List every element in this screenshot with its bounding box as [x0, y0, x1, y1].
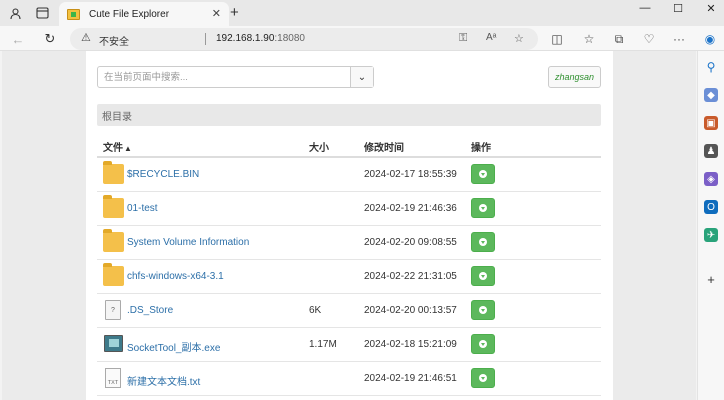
file-size: 6K	[309, 305, 322, 316]
file-modified: 2024-02-20 00:13:57	[364, 305, 457, 316]
new-tab-button[interactable]: +	[230, 4, 239, 21]
chevron-down-icon[interactable]: ⌄	[350, 67, 373, 87]
column-name-label: 文件	[103, 143, 123, 154]
profile-icon[interactable]	[5, 4, 25, 22]
download-button[interactable]	[471, 164, 495, 184]
download-button[interactable]	[471, 198, 495, 218]
file-name-link[interactable]: SocketTool_副本.exe	[127, 343, 220, 354]
download-button[interactable]	[471, 368, 495, 388]
add-sidebar-app-icon[interactable]: +	[704, 272, 718, 287]
key-icon[interactable]: ⚿	[459, 32, 467, 45]
url-host: 192.168.1.90	[216, 33, 275, 44]
browser-toolbar: ← ↻ ⚠ 不安全 192.168.1.90:18080 ⚿ Aᵃ ☆ ◫ ☆ …	[0, 26, 724, 51]
file-modified: 2024-02-19 21:46:51	[364, 373, 457, 384]
search-input[interactable]	[98, 67, 351, 87]
favorite-star-icon[interactable]: ☆	[514, 32, 524, 45]
read-aloud-icon[interactable]: Aᵃ	[486, 32, 496, 43]
table-header: 文件▲ 大小 修改时间 操作	[97, 131, 601, 158]
address-divider	[205, 33, 206, 45]
column-modified-header[interactable]: 修改时间	[364, 139, 404, 154]
warning-icon[interactable]: ⚠	[81, 31, 91, 44]
file-name-link[interactable]: chfs-windows-x64-3.1	[127, 271, 224, 282]
file-explorer-page: ⌄ zhangsan 根目录 文件▲ 大小 修改时间 操作 $RECYCLE.B…	[86, 51, 613, 400]
sort-asc-icon: ▲	[124, 144, 132, 153]
browser-essentials-icon[interactable]: ♡	[640, 30, 658, 48]
favicon-icon	[67, 8, 80, 20]
file-name-link[interactable]: $RECYCLE.BIN	[127, 169, 199, 180]
file-modified: 2024-02-18 15:21:09	[364, 339, 457, 350]
breadcrumb-root[interactable]: 根目录	[102, 108, 132, 123]
folder-icon	[103, 195, 124, 218]
download-button[interactable]	[471, 266, 495, 286]
close-window-button[interactable]: ✕	[703, 2, 719, 15]
address-bar[interactable]: ⚠ 不安全 192.168.1.90:18080 ⚿ Aᵃ ☆	[70, 28, 538, 50]
download-icon	[479, 272, 487, 280]
executable-icon	[104, 335, 123, 352]
download-icon	[479, 374, 487, 382]
page-viewport: ⌄ zhangsan 根目录 文件▲ 大小 修改时间 操作 $RECYCLE.B…	[2, 51, 696, 400]
download-button[interactable]	[471, 300, 495, 320]
shopping-tag-icon[interactable]: ◆	[704, 88, 718, 102]
download-icon	[479, 170, 487, 178]
minimize-button[interactable]: —	[637, 2, 653, 14]
file-modified: 2024-02-17 18:55:39	[364, 169, 457, 180]
refresh-icon[interactable]: ↻	[41, 30, 59, 48]
download-button[interactable]	[471, 334, 495, 354]
table-row[interactable]: TXT 新建文本文档.txt 2024-02-19 21:46:51	[97, 362, 601, 396]
edge-sidebar: ⚲ ◆ ▣ ♟ ◈ O ✈ +	[697, 51, 724, 400]
more-menu-icon[interactable]: ···	[670, 30, 688, 48]
maximize-button[interactable]: ☐	[670, 2, 686, 15]
copilot-icon[interactable]: ◉	[701, 30, 719, 48]
outlook-icon[interactable]: O	[704, 200, 718, 214]
file-modified: 2024-02-20 09:08:55	[364, 237, 457, 248]
drop-icon[interactable]: ✈	[704, 228, 718, 242]
table-row[interactable]: chfs-windows-x64-3.1 2024-02-22 21:31:05	[97, 260, 601, 294]
url-text[interactable]: 192.168.1.90:18080	[216, 33, 305, 44]
tools-icon[interactable]: ▣	[704, 116, 718, 130]
folder-icon	[103, 263, 124, 286]
folder-icon	[103, 161, 124, 184]
table-row[interactable]: SocketTool_副本.exe 1.17M 2024-02-18 15:21…	[97, 328, 601, 362]
file-name-link[interactable]: 01-test	[127, 203, 158, 214]
file-size: 1.17M	[309, 339, 337, 350]
back-icon[interactable]: ←	[9, 30, 27, 48]
collections-icon[interactable]: ⧉	[610, 30, 628, 48]
download-icon	[479, 340, 487, 348]
tab-title: Cute File Explorer	[89, 8, 170, 20]
security-label[interactable]: 不安全	[99, 33, 129, 48]
url-port: :18080	[274, 33, 305, 44]
search-box: ⌄	[97, 66, 374, 88]
text-file-icon: TXT	[105, 368, 121, 388]
search-icon[interactable]: ⚲	[704, 60, 718, 74]
tab-actions-icon[interactable]	[32, 4, 52, 22]
file-name-link[interactable]: .DS_Store	[127, 305, 173, 316]
download-icon	[479, 204, 487, 212]
microsoft365-icon[interactable]: ◈	[704, 172, 718, 186]
download-icon	[479, 306, 487, 314]
table-row[interactable]: ? .DS_Store 6K 2024-02-20 00:13:57	[97, 294, 601, 328]
column-name-header[interactable]: 文件▲	[103, 139, 132, 154]
file-modified: 2024-02-19 21:46:36	[364, 203, 457, 214]
table-row[interactable]: 01-test 2024-02-19 21:46:36	[97, 192, 601, 226]
download-button[interactable]	[471, 232, 495, 252]
file-name-link[interactable]: System Volume Information	[127, 237, 249, 248]
tab-strip: Cute File Explorer ✕ + — ☐ ✕	[0, 0, 724, 26]
tab-close-icon[interactable]: ✕	[212, 7, 221, 20]
games-icon[interactable]: ♟	[704, 144, 718, 158]
file-modified: 2024-02-22 21:31:05	[364, 271, 457, 282]
folder-icon	[103, 229, 124, 252]
user-button[interactable]: zhangsan	[548, 66, 601, 88]
table-row[interactable]: $RECYCLE.BIN 2024-02-17 18:55:39	[97, 158, 601, 192]
column-actions-header: 操作	[471, 143, 491, 154]
file-name-link[interactable]: 新建文本文档.txt	[127, 377, 200, 388]
column-size-header[interactable]: 大小	[309, 139, 329, 154]
breadcrumb: 根目录	[97, 104, 601, 126]
split-screen-icon[interactable]: ◫	[548, 30, 566, 48]
download-icon	[479, 238, 487, 246]
table-row[interactable]: System Volume Information 2024-02-20 09:…	[97, 226, 601, 260]
file-icon: ?	[105, 300, 121, 320]
tab-cute-file-explorer[interactable]: Cute File Explorer ✕	[59, 2, 229, 26]
favorites-icon[interactable]: ☆	[580, 30, 598, 48]
